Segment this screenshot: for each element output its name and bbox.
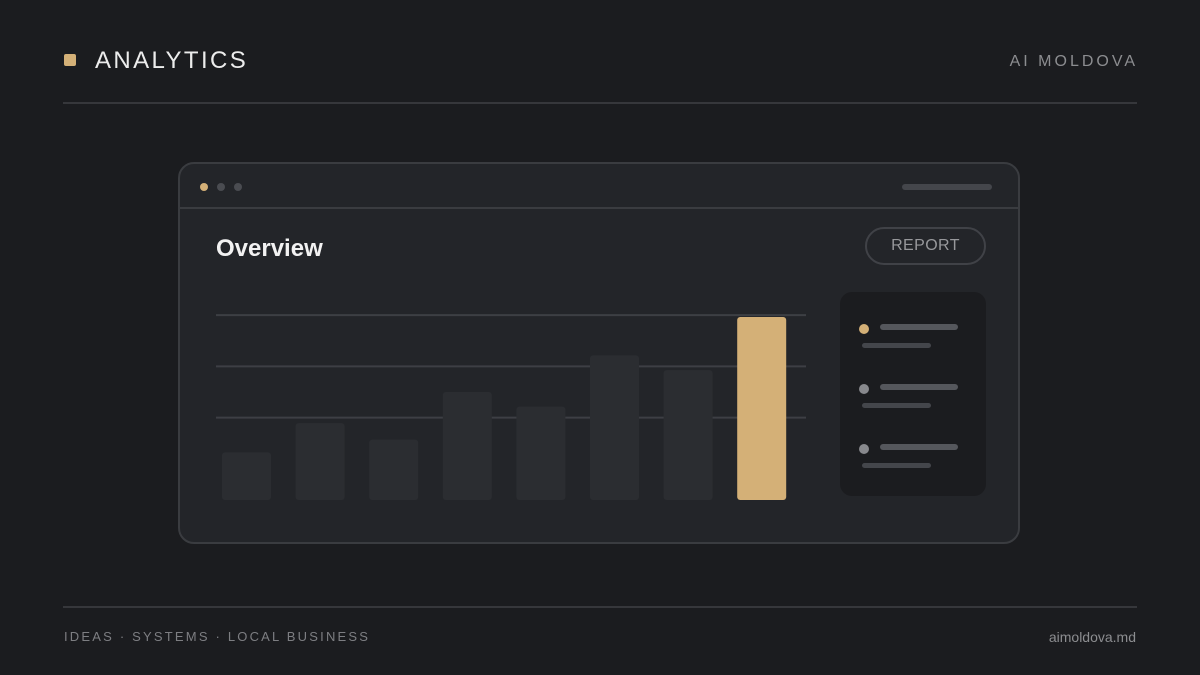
- legend-line-secondary: [862, 403, 931, 408]
- legend-line-secondary: [862, 463, 931, 468]
- footer-tagline: IDEAS · SYSTEMS · LOCAL BUSINESS: [64, 629, 371, 644]
- legend-panel: [840, 292, 986, 496]
- header-divider: [63, 102, 1137, 104]
- legend-line-secondary: [862, 343, 931, 348]
- legend-dot-2-icon: [859, 384, 869, 394]
- chart-bar-7: [663, 370, 713, 500]
- chart-bar-4: [442, 392, 492, 500]
- legend-dot-3-icon: [859, 444, 869, 454]
- legend-line-primary: [880, 384, 958, 390]
- overview-heading: Overview: [216, 235, 323, 262]
- chart-bar-6: [590, 355, 639, 500]
- bar-chart: [216, 314, 806, 500]
- brand-square-icon: [64, 54, 76, 66]
- address-bar-placeholder: [902, 184, 992, 190]
- chart-bar-8: [737, 317, 787, 500]
- page-title: ANALYTICS: [95, 47, 249, 74]
- window-dot-1-icon: [200, 183, 208, 191]
- footer-divider: [63, 606, 1137, 608]
- report-button[interactable]: REPORT: [865, 227, 986, 265]
- window-dot-2-icon: [217, 183, 225, 191]
- legend-line-primary: [880, 324, 958, 330]
- legend-line-primary: [880, 444, 958, 450]
- legend-dot-1-icon: [859, 324, 869, 334]
- chart-bar-3: [369, 439, 419, 500]
- app-window: Overview REPORT: [178, 162, 1020, 544]
- chart-bar-2: [295, 423, 345, 500]
- window-dot-3-icon: [234, 183, 242, 191]
- footer-site-link[interactable]: aimoldova.md: [1049, 628, 1136, 646]
- brand-name: AI MOLDOVA: [1009, 53, 1138, 70]
- chart-bar-1: [222, 452, 271, 500]
- window-titlebar: [180, 164, 1018, 209]
- chart-bar-5: [516, 406, 566, 500]
